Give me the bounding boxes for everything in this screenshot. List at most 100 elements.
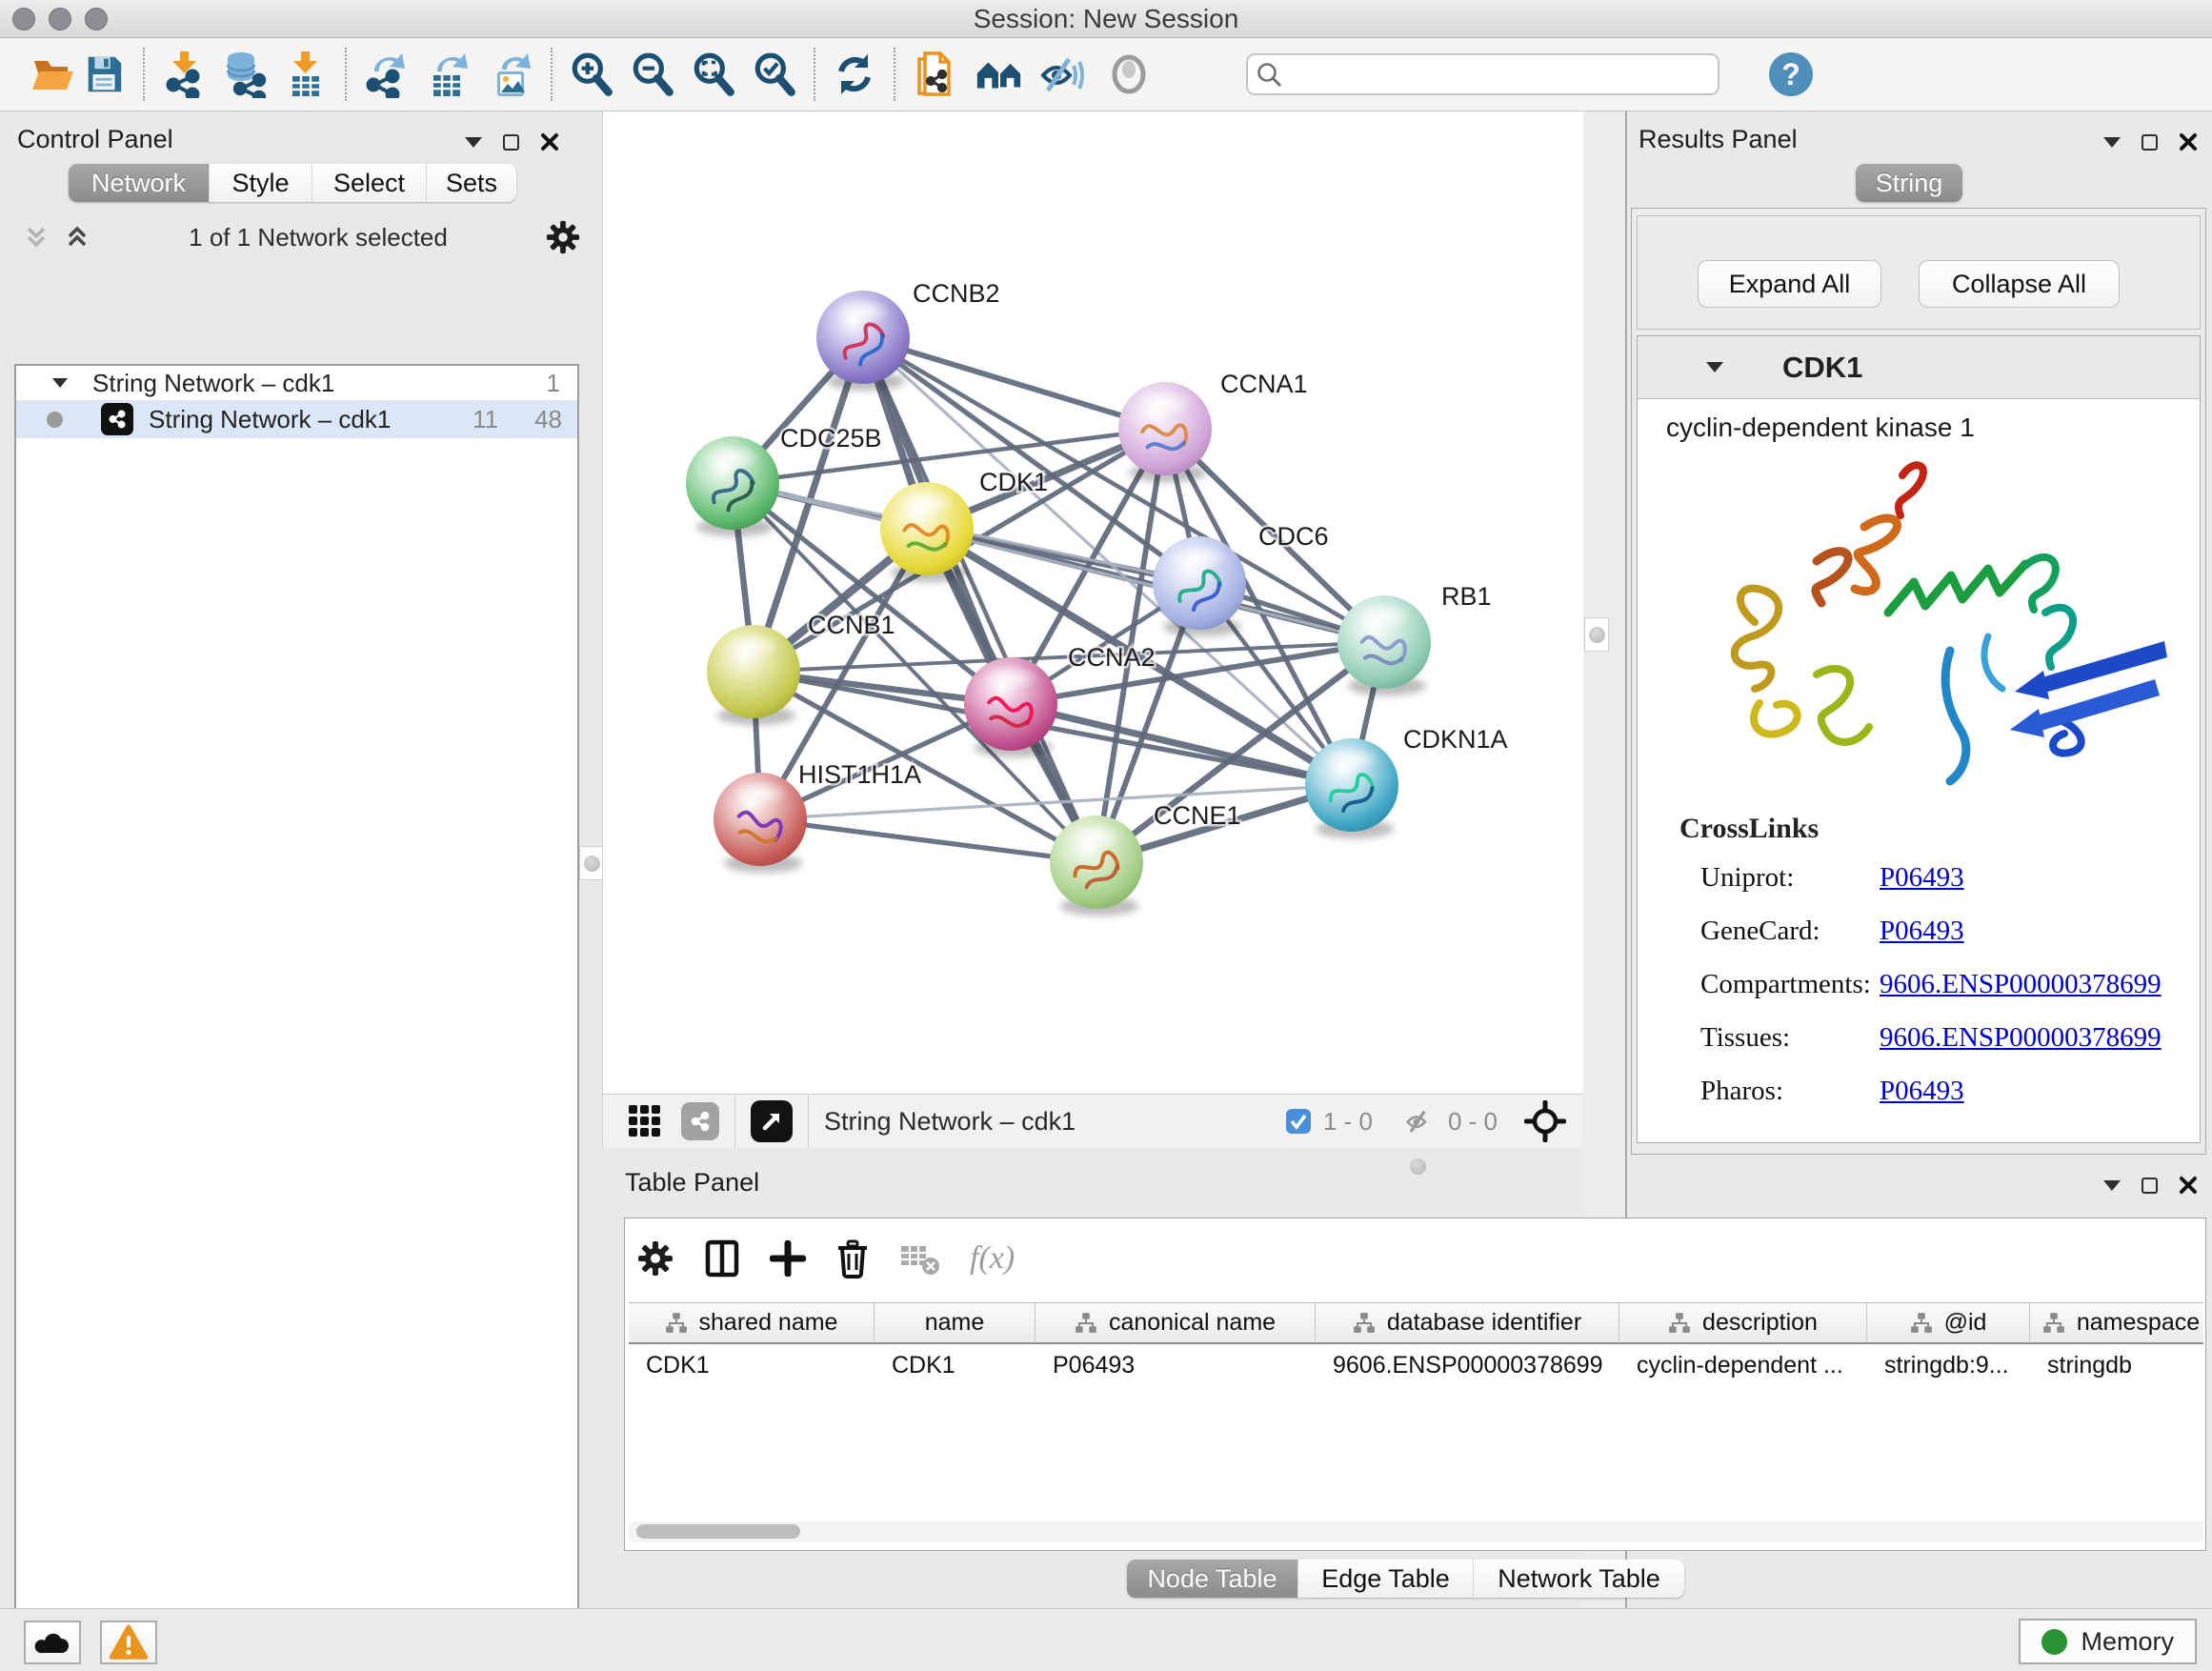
float-panel-icon[interactable] — [503, 134, 519, 151]
open-session-button[interactable] — [27, 48, 78, 101]
cloud-icon — [33, 1628, 71, 1657]
splitter-dot-icon — [1589, 627, 1605, 643]
network-view-canvas[interactable]: CCNB2CCNA1CDC25BCDK1CDC6RB1CCNB1CCNA2CDK… — [602, 111, 1583, 1094]
string-network-graph[interactable]: CCNB2CCNA1CDC25BCDK1CDC6RB1CCNB1CCNA2CDK… — [603, 111, 1584, 1094]
protein-card-header[interactable]: CDK1 — [1638, 336, 2200, 399]
crosslink-row: Compartments:9606.ENSP00000378699 — [1700, 969, 2194, 1000]
edge-CCNB2-CCNA1[interactable] — [863, 337, 1165, 429]
column-header-description[interactable]: description — [1619, 1303, 1867, 1342]
gear-icon[interactable] — [545, 219, 581, 255]
import-table-button[interactable] — [280, 48, 332, 101]
detach-view-button[interactable] — [751, 1100, 793, 1142]
expand-all-chevron-icon[interactable] — [63, 223, 91, 252]
tab-sets[interactable]: Sets — [427, 164, 516, 202]
table-row[interactable]: CDK1CDK1P064939606.ENSP00000378699cyclin… — [629, 1346, 2203, 1384]
import-table-icon — [283, 50, 329, 98]
crosslink-link[interactable]: P06493 — [1880, 1076, 1964, 1107]
expand-all-button[interactable]: Expand All — [1698, 260, 1881, 308]
apply-layout-button[interactable] — [829, 48, 880, 101]
table-cell[interactable]: stringdb — [2030, 1346, 2203, 1384]
float-panel-icon[interactable] — [2142, 134, 2158, 151]
delete-table-icon — [899, 1240, 941, 1277]
export-table-icon — [426, 50, 472, 98]
zoom-fit-button[interactable] — [688, 48, 739, 101]
warnings-button[interactable] — [100, 1621, 157, 1664]
search-input[interactable] — [1246, 53, 1719, 95]
tab-edge-table[interactable]: Edge Table — [1298, 1560, 1474, 1598]
table-cell[interactable]: cyclin-dependent ... — [1619, 1346, 1867, 1384]
tab-string[interactable]: String — [1856, 164, 1962, 202]
table-cell[interactable]: CDK1 — [875, 1346, 1036, 1384]
hidden-ratio: 0 - 0 — [1448, 1107, 1498, 1137]
zoom-selected-button[interactable] — [749, 48, 800, 101]
window-title: Session: New Session — [0, 4, 2212, 34]
save-session-button[interactable] — [78, 48, 130, 101]
zoom-in-button[interactable] — [566, 48, 617, 101]
collapse-section-icon[interactable] — [1706, 362, 1723, 372]
table-cell[interactable]: P06493 — [1036, 1346, 1316, 1384]
tab-network[interactable]: Network — [69, 164, 210, 202]
show-all-views-button[interactable] — [974, 48, 1025, 101]
annotation-mode-button[interactable] — [909, 48, 960, 101]
edge-HIST1H1A-CCNE1[interactable] — [760, 819, 1096, 862]
import-network-from-database-button[interactable] — [219, 48, 271, 101]
float-panel-icon[interactable] — [2142, 1178, 2158, 1194]
network-overview-toggle[interactable] — [681, 1102, 719, 1140]
export-network-button[interactable] — [360, 48, 412, 101]
show-hidden-button[interactable] — [1103, 48, 1155, 101]
close-panel-icon[interactable] — [2179, 132, 2198, 151]
column-header-shared-name[interactable]: shared name — [629, 1303, 875, 1342]
column-header-canonical-name[interactable]: canonical name — [1036, 1303, 1316, 1342]
show-columns-icon[interactable] — [703, 1238, 741, 1278]
collection-label: String Network – cdk1 — [92, 369, 334, 398]
import-network-file-button[interactable] — [158, 48, 210, 101]
table-gear-icon[interactable] — [636, 1239, 674, 1278]
crosslink-link[interactable]: 9606.ENSP00000378699 — [1880, 969, 2162, 1000]
network-collection-row[interactable]: String Network – cdk1 1 — [16, 366, 577, 400]
column-header-namespace[interactable]: namespace — [2030, 1303, 2203, 1342]
table-cell[interactable]: 9606.ENSP00000378699 — [1316, 1346, 1619, 1384]
crosslink-link[interactable]: P06493 — [1880, 916, 1964, 947]
right-splitter-handle[interactable] — [1584, 617, 1609, 652]
crosslink-link[interactable]: 9606.ENSP00000378699 — [1880, 1022, 2162, 1054]
tab-select[interactable]: Select — [312, 164, 427, 202]
network-row-selected[interactable]: String Network – cdk1 11 48 — [16, 400, 577, 438]
column-header--id[interactable]: @id — [1867, 1303, 2030, 1342]
collapse-all-chevron-icon[interactable] — [23, 223, 50, 252]
export-table-button[interactable] — [423, 48, 474, 101]
column-header-name[interactable]: name — [875, 1303, 1036, 1342]
left-splitter-handle[interactable] — [579, 846, 604, 880]
horizontal-scrollbar[interactable] — [629, 1521, 2203, 1542]
close-panel-icon[interactable] — [2179, 1176, 2198, 1195]
birds-eye-grid-icon[interactable] — [628, 1104, 662, 1138]
table-cell[interactable]: stringdb:9... — [1867, 1346, 2030, 1384]
zoom-out-icon — [629, 50, 676, 98]
scrollbar-thumb[interactable] — [636, 1524, 800, 1539]
crosshair-icon[interactable] — [1524, 1100, 1566, 1142]
collapse-all-button[interactable]: Collapse All — [1919, 260, 2120, 308]
help-button[interactable]: ? — [1769, 52, 1813, 96]
edge-count: 48 — [534, 405, 562, 434]
panel-menu-icon[interactable] — [2103, 137, 2121, 148]
search-icon — [1256, 61, 1284, 90]
tab-network-table[interactable]: Network Table — [1474, 1560, 1684, 1598]
memory-button[interactable]: Memory — [2019, 1619, 2197, 1664]
add-column-icon[interactable] — [770, 1240, 806, 1277]
node-label-RB1: RB1 — [1441, 582, 1492, 611]
export-image-button[interactable] — [486, 48, 537, 101]
column-header-database-identifier[interactable]: database identifier — [1316, 1303, 1619, 1342]
cloud-tasks-button[interactable] — [24, 1621, 81, 1664]
table-cell[interactable]: CDK1 — [629, 1346, 875, 1384]
hide-selected-button[interactable] — [1038, 48, 1090, 101]
zoom-out-button[interactable] — [627, 48, 678, 101]
delete-column-icon[interactable] — [835, 1238, 871, 1278]
tree-expand-icon[interactable] — [52, 378, 68, 388]
panel-menu-icon[interactable] — [2103, 1180, 2121, 1191]
crosslink-row: Uniprot:P06493 — [1700, 862, 2194, 894]
tab-node-table[interactable]: Node Table — [1127, 1560, 1298, 1598]
crosslink-link[interactable]: P06493 — [1880, 862, 1964, 894]
close-panel-icon[interactable] — [540, 132, 559, 151]
selected-checkbox-icon[interactable] — [1285, 1108, 1312, 1135]
panel-menu-icon[interactable] — [465, 137, 482, 148]
tab-style[interactable]: Style — [210, 164, 312, 202]
